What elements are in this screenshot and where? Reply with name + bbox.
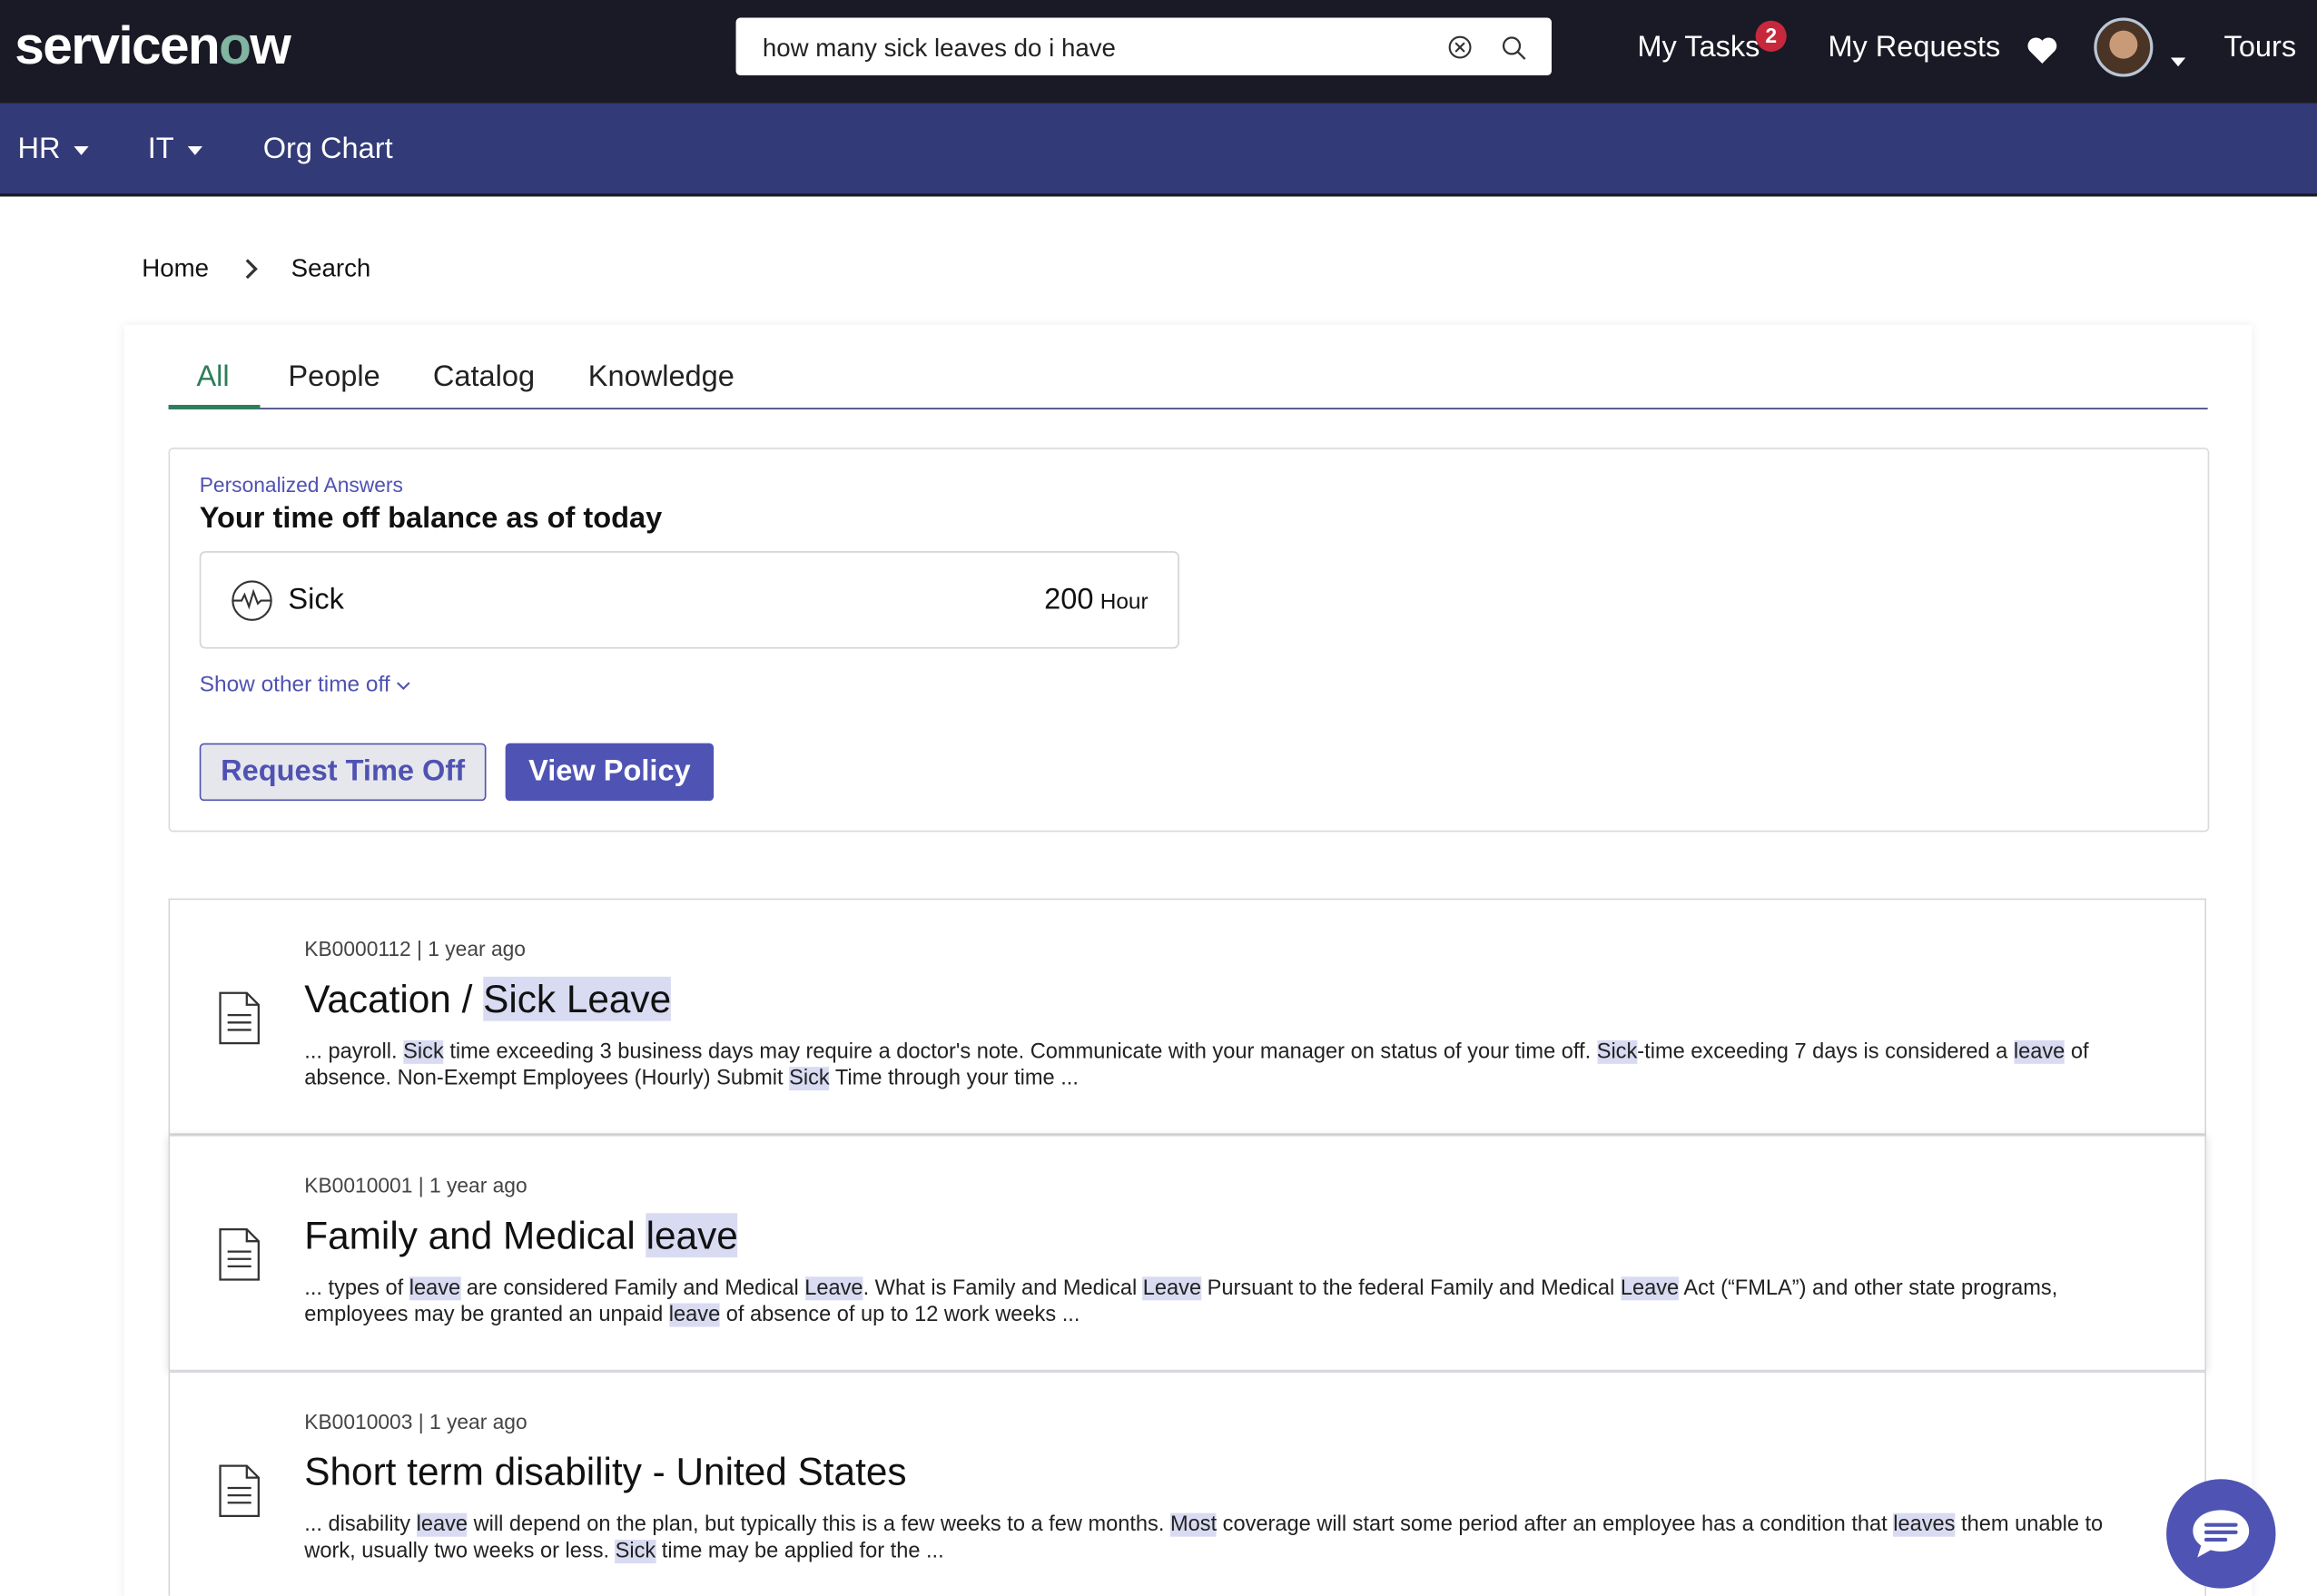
- tab-people[interactable]: People: [288, 360, 380, 394]
- user-menu-caret-icon[interactable]: [2170, 49, 2186, 75]
- logo-text: w: [250, 15, 291, 76]
- search-input[interactable]: [759, 17, 1431, 79]
- result-meta: KB0000112 | 1 year ago: [304, 936, 526, 961]
- answer-eyebrow: Personalized Answers: [199, 472, 403, 497]
- highlighted-term: leave: [416, 1512, 468, 1537]
- text-segment: Short term disability - United States: [304, 1449, 907, 1494]
- chevron-down-icon: [187, 145, 202, 155]
- highlighted-term: leave: [668, 1303, 721, 1327]
- nav-label: IT: [147, 133, 174, 166]
- text-segment: ... payroll.: [304, 1039, 404, 1064]
- tabs-divider: [168, 408, 2208, 409]
- highlighted-term: Sick: [403, 1039, 444, 1064]
- balance-unit: Hour: [1099, 589, 1149, 616]
- tab-catalog[interactable]: Catalog: [433, 360, 535, 394]
- search-result[interactable]: KB0010001 | 1 year ago Family and Medical…: [168, 1134, 2207, 1372]
- tours-link[interactable]: Tours: [2224, 31, 2297, 64]
- my-tasks-link[interactable]: My Tasks: [1637, 31, 1760, 64]
- balance-item: Sick 200 Hour: [199, 551, 1179, 649]
- result-title-link[interactable]: Short term disability - United States: [304, 1450, 906, 1495]
- document-icon: [219, 1228, 260, 1281]
- logo-text: servicen: [15, 15, 220, 76]
- document-icon: [219, 1464, 260, 1518]
- global-search: [735, 17, 1552, 79]
- text-segment: . What is Family and Medical: [863, 1276, 1143, 1301]
- result-meta: KB0010001 | 1 year ago: [304, 1173, 527, 1197]
- clear-search-icon[interactable]: [1448, 35, 1472, 59]
- highlighted-term: Most: [1169, 1512, 1218, 1537]
- user-avatar[interactable]: [2094, 17, 2154, 77]
- text-segment: time may be applied for the ...: [656, 1539, 944, 1564]
- document-icon: [219, 991, 260, 1045]
- tab-selected-indicator: [168, 404, 261, 409]
- search-icon[interactable]: [1502, 35, 1527, 61]
- text-segment: -time exceeding 7 days is considered a: [1637, 1039, 2014, 1064]
- text-segment: Family and Medical: [304, 1213, 646, 1258]
- request-time-off-button[interactable]: Request Time Off: [199, 743, 487, 802]
- highlighted-term: Sick: [789, 1067, 830, 1091]
- result-title-link[interactable]: Family and Medical leave: [304, 1213, 738, 1258]
- text-segment: will depend on the plan, but typically t…: [468, 1512, 1170, 1537]
- view-policy-button[interactable]: View Policy: [505, 743, 715, 802]
- chevron-down-icon: [74, 145, 89, 155]
- highlighted-term: Sick Leave: [483, 976, 672, 1021]
- nav-hr-menu[interactable]: HR: [18, 133, 89, 166]
- servicenow-logo[interactable]: servicenow: [15, 15, 291, 76]
- text-segment: ... types of: [304, 1276, 409, 1301]
- text-segment: are considered Family and Medical: [460, 1276, 805, 1301]
- highlighted-term: leave: [2013, 1039, 2066, 1064]
- result-meta: KB0010003 | 1 year ago: [304, 1409, 527, 1433]
- text-segment: of absence of up to 12 work weeks ...: [720, 1303, 1080, 1327]
- logo-text: o: [219, 15, 251, 76]
- highlighted-term: Sick: [1596, 1039, 1638, 1064]
- highlighted-term: leaves: [1893, 1512, 1956, 1537]
- highlighted-term: Sick: [615, 1539, 656, 1564]
- tab-knowledge[interactable]: Knowledge: [588, 360, 735, 394]
- result-snippet: ... payroll. Sick time exceeding 3 busin…: [304, 1039, 2122, 1092]
- highlighted-term: Leave: [804, 1276, 863, 1301]
- chevron-down-icon: [397, 682, 410, 690]
- nav-org-chart[interactable]: Org Chart: [263, 133, 393, 166]
- text-segment: coverage will start some period after an…: [1217, 1512, 1894, 1537]
- breadcrumb-home[interactable]: Home: [142, 254, 209, 284]
- highlighted-term: leave: [646, 1213, 738, 1258]
- balance-value: 200: [1044, 583, 1094, 616]
- result-title-link[interactable]: Vacation / Sick Leave: [304, 976, 672, 1022]
- highlighted-term: leave: [409, 1276, 461, 1301]
- balance-amount: 200 Hour: [1044, 584, 1148, 617]
- text-segment: Pursuant to the federal Family and Medic…: [1201, 1276, 1621, 1301]
- result-snippet: ... types of leave are considered Family…: [304, 1276, 2122, 1329]
- tasks-count-badge: 2: [1755, 20, 1787, 52]
- tab-all[interactable]: All: [196, 360, 229, 394]
- show-more-label: Show other time off: [199, 672, 390, 698]
- chat-button[interactable]: [2166, 1479, 2276, 1589]
- pulse-icon: [232, 580, 272, 621]
- highlighted-term: Leave: [1142, 1276, 1202, 1301]
- chat-bubble-icon: [2193, 1510, 2250, 1558]
- text-segment: time exceeding 3 business days may requi…: [443, 1039, 1597, 1064]
- nav-it-menu[interactable]: IT: [148, 133, 202, 166]
- text-segment: Time through your time ...: [829, 1067, 1079, 1091]
- my-requests-link[interactable]: My Requests: [1828, 31, 2000, 64]
- chevron-right-icon: [245, 259, 258, 280]
- text-segment: Vacation /: [304, 976, 484, 1021]
- nav-label: HR: [17, 133, 61, 166]
- breadcrumb-current: Search: [291, 253, 371, 282]
- search-result[interactable]: KB0010003 | 1 year ago Short term disabil…: [168, 1371, 2207, 1596]
- balance-type: Sick: [288, 583, 344, 616]
- search-result[interactable]: KB0000112 | 1 year ago Vacation / Sick Le…: [168, 898, 2207, 1135]
- result-snippet: ... disability leave will depend on the …: [304, 1512, 2122, 1565]
- show-other-time-off-link[interactable]: Show other time off: [199, 672, 411, 698]
- answer-title: Your time off balance as of today: [199, 502, 663, 536]
- text-segment: ... disability: [304, 1512, 417, 1537]
- heart-icon[interactable]: [2026, 35, 2058, 65]
- highlighted-term: Leave: [1620, 1276, 1680, 1301]
